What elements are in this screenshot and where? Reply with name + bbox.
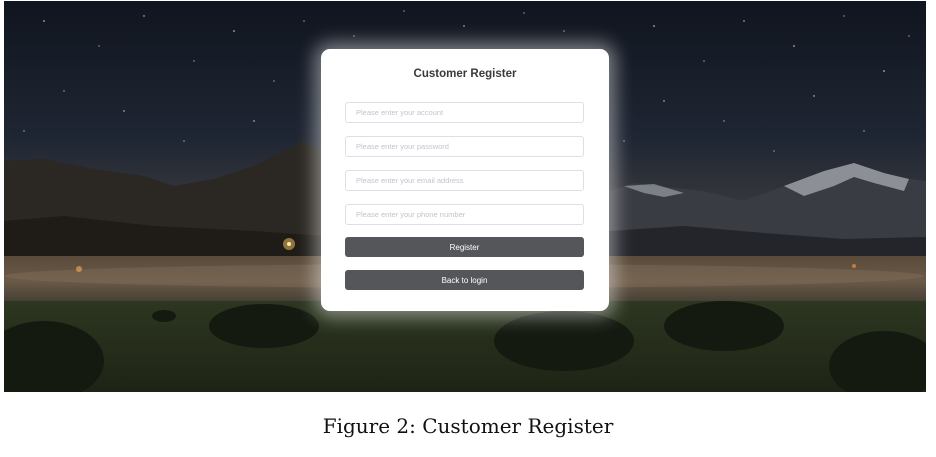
password-input[interactable] bbox=[345, 136, 584, 157]
register-title: Customer Register bbox=[413, 68, 517, 80]
phone-input[interactable] bbox=[345, 204, 584, 225]
register-button[interactable]: Register bbox=[345, 237, 584, 257]
account-input[interactable] bbox=[345, 102, 584, 123]
back-to-login-button[interactable]: Back to login bbox=[345, 270, 584, 290]
register-card: Customer Register Register Back to login bbox=[321, 49, 609, 311]
app-screenshot: Customer Register Register Back to login bbox=[4, 1, 926, 392]
email-input[interactable] bbox=[345, 170, 584, 191]
figure-caption: Figure 2: Customer Register bbox=[322, 414, 614, 438]
